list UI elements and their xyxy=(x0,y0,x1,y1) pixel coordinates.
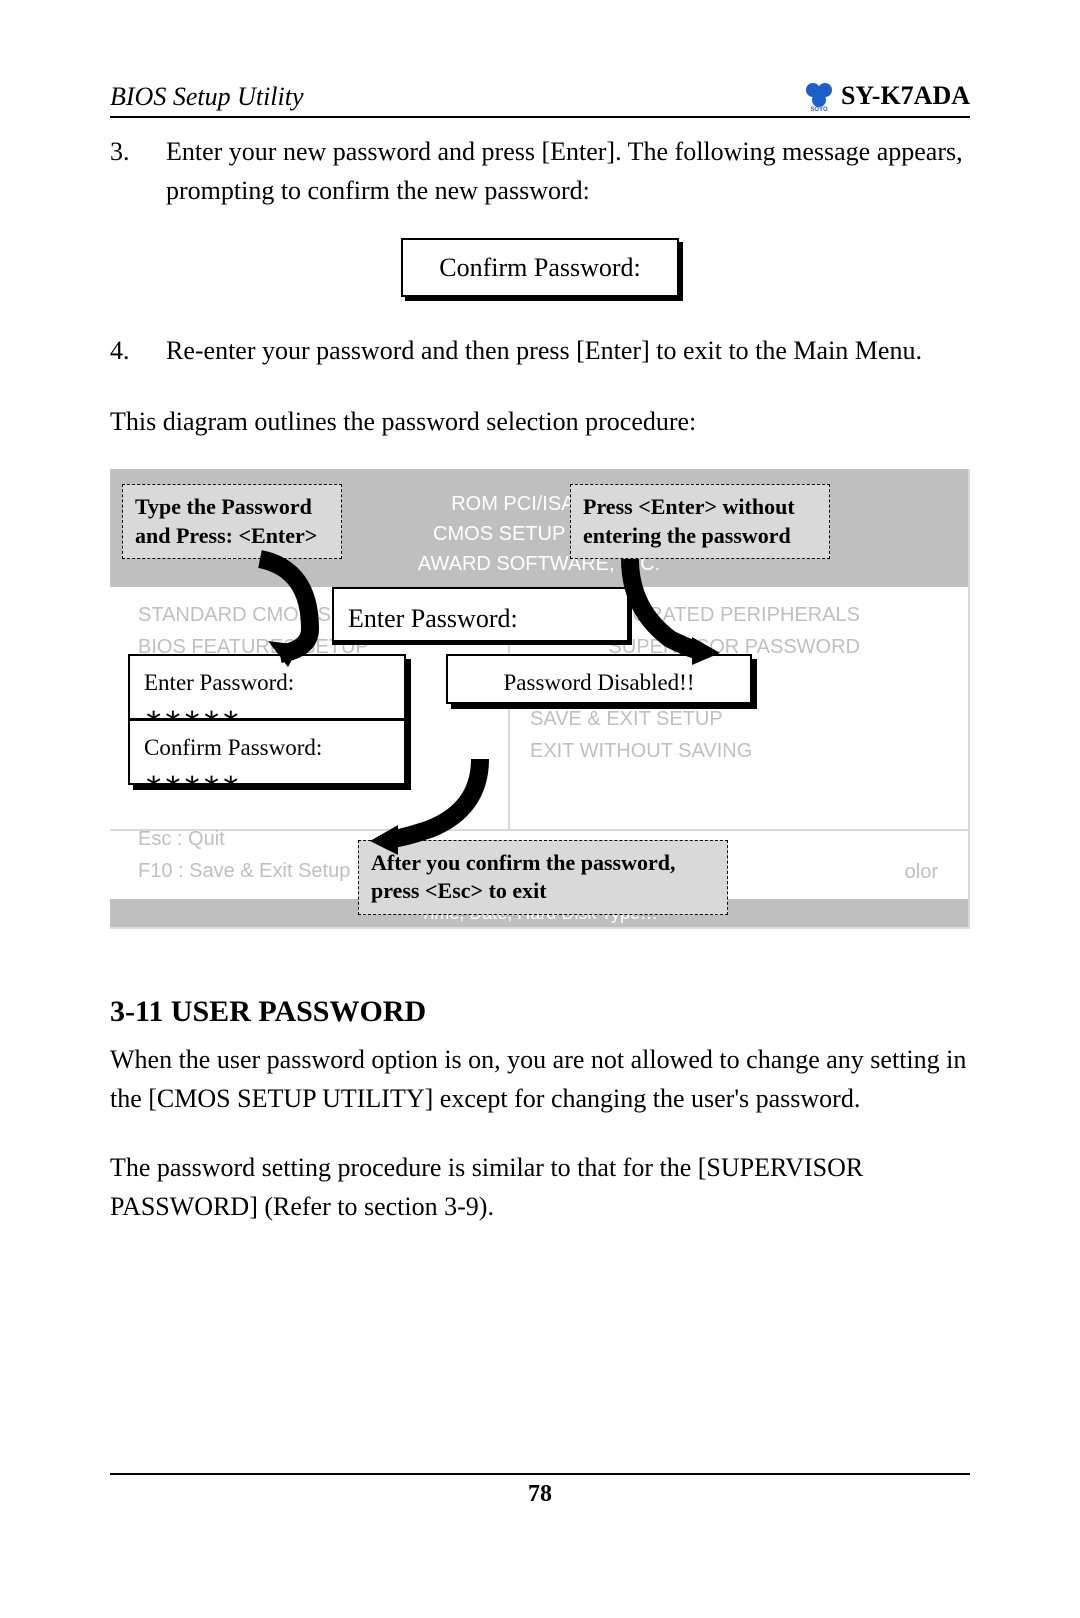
step-3-text: Enter your new password and press [Enter… xyxy=(166,132,970,210)
menu-item: SAVE & EXIT SETUP xyxy=(530,703,860,735)
password-disabled-box: Password Disabled!! xyxy=(446,654,752,704)
diagram-intro: This diagram outlines the password selec… xyxy=(110,402,970,441)
step-4-text: Re-enter your password and then press [E… xyxy=(166,331,970,370)
page-footer: 78 xyxy=(110,1473,970,1508)
step-3-number: 3. xyxy=(110,132,166,210)
logo-caption: SOYO xyxy=(810,107,828,112)
header-title-left: BIOS Setup Utility xyxy=(110,82,304,112)
footer-item: Esc : Quit xyxy=(138,823,350,855)
password-diagram: ROM PCI/ISA BIOS CMOS SETUP UTILITY AWAR… xyxy=(110,469,970,929)
callout-confirm-esc: After you confirm the password, press <E… xyxy=(358,840,728,915)
page-header: BIOS Setup Utility SOYO SY-K7ADA xyxy=(110,80,970,118)
footer-item: F10 : Save & Exit Setup xyxy=(138,855,350,887)
soyo-logo-icon: SOYO xyxy=(803,80,835,112)
section-title: 3-11 USER PASSWORD xyxy=(110,989,970,1034)
section-para-1: When the user password option is on, you… xyxy=(110,1040,970,1118)
callout-type-password: Type the Password and Press: <Enter> xyxy=(122,484,342,559)
enter-password-prompt: Enter Password: xyxy=(332,587,632,645)
footer-right-hint: olor xyxy=(905,857,938,887)
body-text: 3. Enter your new password and press [En… xyxy=(110,132,970,1226)
header-title-right: SOYO SY-K7ADA xyxy=(803,80,970,112)
page: BIOS Setup Utility SOYO SY-K7ADA 3. Ente… xyxy=(0,0,1080,1618)
model-label: SY-K7ADA xyxy=(841,81,970,111)
step-4-number: 4. xyxy=(110,331,166,370)
page-number: 78 xyxy=(528,1481,552,1507)
diagram-footer-left: Esc : Quit F10 : Save & Exit Setup xyxy=(138,823,350,887)
step-4: 4. Re-enter your password and then press… xyxy=(110,331,970,370)
callout-press-enter-no-pw: Press <Enter> without entering the passw… xyxy=(570,484,830,559)
confirm-password-box: Confirm Password: ∗∗∗∗∗ xyxy=(128,719,406,785)
confirm-box-wrap: Confirm Password: xyxy=(110,238,970,297)
section-para-2: The password setting procedure is simila… xyxy=(110,1148,970,1226)
enter-password-box: Enter Password: ∗∗∗∗∗ xyxy=(128,654,406,720)
confirm-password-box: Confirm Password: xyxy=(401,238,679,297)
step-3: 3. Enter your new password and press [En… xyxy=(110,132,970,210)
menu-item: EXIT WITHOUT SAVING xyxy=(530,735,860,767)
